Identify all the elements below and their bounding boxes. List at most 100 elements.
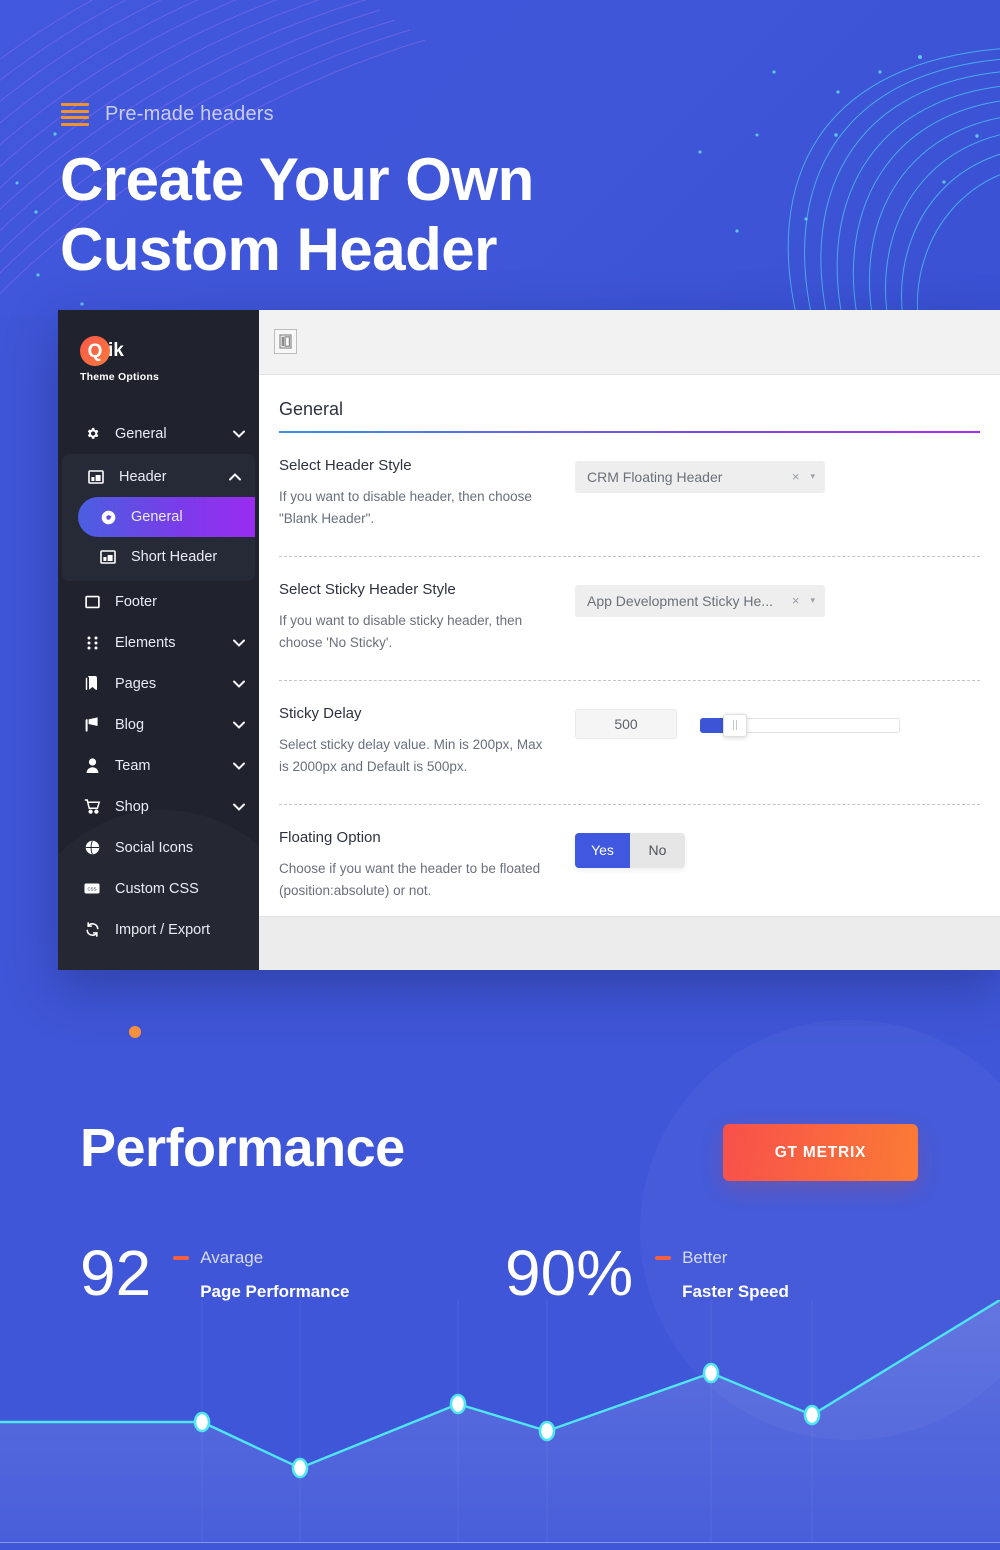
floating-option-toggle: Yes No	[575, 832, 685, 868]
sidebar-item-label: Footer	[115, 593, 157, 610]
setting-label-block: Select Sticky Header Style If you want t…	[279, 581, 575, 654]
sidebar-item-custom-css[interactable]: CSS Custom CSS	[58, 868, 259, 909]
sidebar-item-elements[interactable]: Elements	[58, 622, 259, 663]
slider-handle[interactable]	[723, 713, 747, 737]
sidebar-item-header[interactable]: Header	[62, 456, 255, 497]
performance-chart	[0, 1298, 1000, 1545]
sidebar-item-pages[interactable]: Pages	[58, 663, 259, 704]
logo-mark-icon: Q	[80, 336, 110, 366]
sidebar-item-label: Custom CSS	[115, 880, 199, 897]
setting-control-block: CRM Floating Header × ▾	[575, 457, 980, 530]
setting-row-header-style: Select Header Style If you want to disab…	[279, 433, 980, 557]
sidebar-item-label: Elements	[115, 634, 176, 651]
sidebar-item-footer[interactable]: Footer	[58, 581, 259, 622]
floating-option-no[interactable]: No	[630, 832, 685, 868]
chevron-down-icon[interactable]: ▾	[810, 595, 815, 606]
clear-icon[interactable]: ×	[792, 469, 800, 484]
gear-icon	[82, 426, 102, 441]
gt-metrix-button[interactable]: GT METRIX	[723, 1124, 918, 1181]
content-toolbar	[259, 310, 1000, 375]
sidebar-subitem-short-header[interactable]: Short Header	[62, 537, 255, 577]
dash-icon	[173, 1256, 190, 1260]
performance-title: Performance	[80, 1118, 405, 1178]
hero-title-line-2: Custom Header	[60, 216, 497, 283]
stat-caption: Page Performance	[200, 1282, 350, 1301]
setting-label-block: Floating Option Choose if you want the h…	[279, 829, 575, 902]
sticky-header-style-select[interactable]: App Development Sticky He... × ▾	[575, 584, 825, 617]
dash-icon	[655, 1256, 672, 1260]
sidebar-item-label: Header	[119, 468, 167, 485]
section-title: General	[279, 398, 344, 419]
chevron-down-icon	[233, 799, 245, 815]
setting-description: If you want to disable header, then choo…	[279, 488, 532, 526]
sidebar-logo: Q ik Theme Options	[58, 310, 259, 383]
chevron-down-icon	[233, 676, 245, 692]
theme-options-panel: Q ik Theme Options General Header Genera…	[58, 310, 1000, 970]
orange-dot-decoration	[129, 1026, 141, 1038]
sidebar-item-label: Team	[115, 757, 151, 774]
setting-title: Floating Option	[279, 828, 381, 846]
stat-value: 90%	[505, 1237, 634, 1309]
chevron-down-icon[interactable]: ▾	[810, 471, 815, 482]
sticky-delay-slider[interactable]	[700, 713, 900, 737]
stat-caption: Faster Speed	[682, 1282, 789, 1301]
setting-label-block: Select Header Style If you want to disab…	[279, 457, 575, 530]
sidebar-subitem-label: Short Header	[131, 549, 218, 565]
globe-icon	[82, 840, 102, 855]
setting-row-sticky-header-style: Select Sticky Header Style If you want t…	[279, 557, 980, 681]
floating-option-yes[interactable]: Yes	[575, 832, 630, 868]
setting-title: Select Sticky Header Style	[279, 580, 456, 598]
stat-page-performance: 92 Avarage Page Performance	[80, 1240, 349, 1306]
clear-icon[interactable]: ×	[792, 593, 800, 608]
sidebar-item-label: Blog	[115, 716, 145, 733]
sidebar-item-label: Shop	[115, 798, 149, 815]
chart-baseline	[0, 1542, 1000, 1543]
hamburger-icon[interactable]	[61, 103, 89, 126]
select-value: CRM Floating Header	[587, 468, 723, 485]
setting-control-block: Yes No	[575, 829, 980, 902]
window-icon	[86, 469, 106, 484]
setting-description: Choose if you want the header to be floa…	[279, 860, 541, 898]
window-icon	[98, 550, 118, 564]
content-area: General Select Header Style If you want …	[259, 310, 1000, 970]
stat-tag: Better	[682, 1248, 728, 1267]
panel-footer	[259, 916, 1000, 970]
setting-label-block: Sticky Delay Select sticky delay value. …	[279, 705, 575, 778]
setting-control-block: 500	[575, 705, 980, 778]
setting-description: If you want to disable sticky header, th…	[279, 612, 523, 650]
chevron-down-icon	[233, 426, 245, 442]
sidebar-item-label: Pages	[115, 675, 157, 692]
sidebar-item-shop[interactable]: Shop	[58, 786, 259, 827]
chevron-down-icon	[233, 717, 245, 733]
hero-title-line-1: Create Your Own	[60, 146, 534, 213]
refresh-icon	[82, 922, 102, 937]
sidebar-item-social-icons[interactable]: Social Icons	[58, 827, 259, 868]
setting-control-block: App Development Sticky He... × ▾	[575, 581, 980, 654]
logo-subtitle: Theme Options	[80, 371, 160, 383]
layout-panel-icon[interactable]	[274, 329, 297, 355]
sidebar-item-blog[interactable]: Blog	[58, 704, 259, 745]
header-style-select[interactable]: CRM Floating Header × ▾	[575, 460, 825, 493]
settings-body: General Select Header Style If you want …	[259, 375, 1000, 917]
grid-dots-icon	[82, 636, 102, 650]
stat-text-block: Avarage Page Performance	[173, 1240, 349, 1302]
stat-text-block: Better Faster Speed	[655, 1240, 789, 1302]
select-value: App Development Sticky He...	[587, 592, 773, 609]
sidebar-subitem-general[interactable]: General	[78, 497, 255, 537]
pages-icon	[82, 676, 102, 691]
chevron-down-icon	[233, 635, 245, 651]
hero-section: Pre-made headers Create Your Own Custom …	[0, 0, 1000, 318]
disc-icon	[98, 509, 118, 526]
sidebar-item-general[interactable]: General	[58, 413, 259, 454]
logo-text: ik	[108, 340, 124, 361]
chevron-up-icon	[229, 469, 241, 485]
setting-title: Select Header Style	[279, 456, 412, 474]
square-icon	[82, 595, 102, 609]
sidebar-item-team[interactable]: Team	[58, 745, 259, 786]
hero-eyebrow: Pre-made headers	[105, 103, 274, 125]
sidebar-subitem-label: General	[131, 509, 183, 525]
sticky-delay-input[interactable]: 500	[575, 708, 677, 739]
sidebar-item-import-export[interactable]: Import / Export	[58, 909, 259, 950]
setting-description: Select sticky delay value. Min is 200px,…	[279, 736, 543, 774]
sidebar-item-label: General	[115, 425, 167, 442]
